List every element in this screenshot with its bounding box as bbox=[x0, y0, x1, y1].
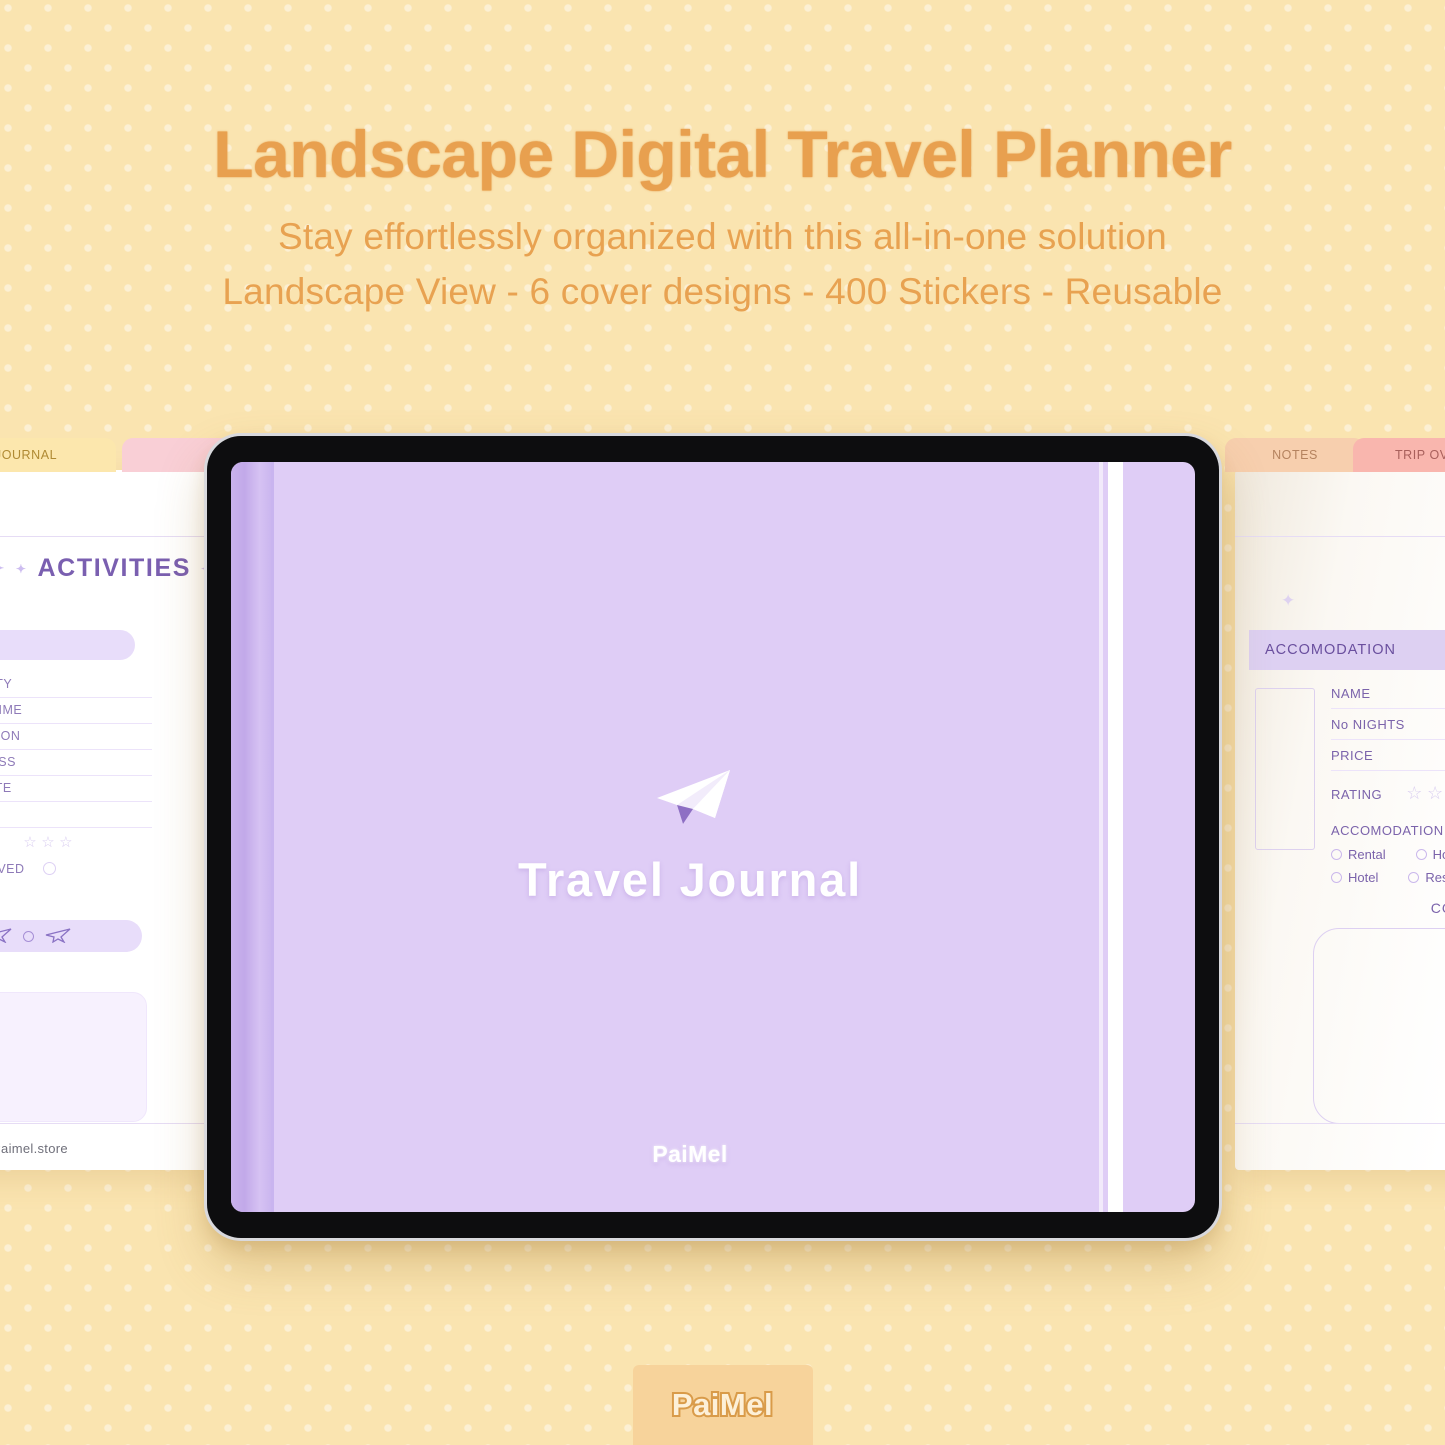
field-date-time[interactable]: DATE/TIME bbox=[0, 703, 152, 724]
chip-right[interactable] bbox=[0, 630, 135, 660]
left-planner-page: TRAVEL FINANCES JOURNAL ✦ ✦ ACTIVITIES ✦… bbox=[0, 438, 292, 1170]
tab-notes[interactable]: NOTES bbox=[1225, 438, 1365, 472]
radio-icon[interactable] bbox=[1415, 849, 1427, 860]
notes-box-right[interactable] bbox=[0, 992, 147, 1122]
accomodation-type-row-1: Rental Hostel Ca bbox=[1331, 847, 1445, 862]
journal-spine bbox=[231, 462, 271, 1212]
radio-icon[interactable] bbox=[1331, 872, 1342, 883]
star-icon[interactable]: ☆ bbox=[41, 834, 55, 851]
option-resort[interactable]: Resort bbox=[1408, 870, 1445, 885]
divider-top bbox=[0, 536, 220, 537]
field-reserved-label: RESERVED bbox=[0, 862, 25, 876]
subtitle-line-1: Stay effortlessly organized with this al… bbox=[278, 216, 1167, 258]
page-title: Landscape Digital Travel Planner bbox=[213, 117, 1232, 191]
tab-journal[interactable]: JOURNAL bbox=[0, 438, 116, 472]
radio-icon[interactable] bbox=[23, 930, 34, 942]
plane-icon[interactable] bbox=[44, 925, 72, 948]
tab-trip-overview[interactable]: TRIP OVERVIEW bbox=[1353, 438, 1445, 472]
page-footer-url: Paimel.store bbox=[0, 1141, 68, 1156]
checkbox-reserved[interactable] bbox=[42, 862, 56, 875]
option-rental[interactable]: Rental bbox=[1331, 847, 1386, 862]
paper-plane-icon bbox=[647, 767, 733, 834]
page-title: ACTIVITIES bbox=[37, 554, 192, 582]
brand-badge-label: PaiMel bbox=[670, 1385, 775, 1424]
field-name[interactable]: NAME bbox=[1331, 686, 1445, 709]
field-rating[interactable]: RATING ☆ ☆ ☆ ☆ bbox=[1331, 783, 1445, 811]
photo-placeholder-box[interactable] bbox=[1255, 688, 1315, 850]
option-hostel[interactable]: Hostel bbox=[1415, 847, 1445, 862]
transport-toggle-right[interactable] bbox=[0, 920, 142, 952]
left-page-content: ✦ ✦ ACTIVITIES ✦ ✦ ACTIVITY DATE/TIME DU… bbox=[0, 470, 237, 1170]
section-band-accomodation: ACCOMODATION bbox=[1249, 630, 1445, 670]
journal-cover: Travel Journal bbox=[271, 462, 1195, 1212]
left-page-tab-strip: TRAVEL FINANCES JOURNAL bbox=[0, 438, 292, 472]
field-activity[interactable]: ACTIVITY bbox=[0, 677, 152, 698]
field-cost[interactable]: COST bbox=[0, 807, 152, 828]
option-hotel[interactable]: Hotel bbox=[1331, 870, 1378, 885]
plane-icon[interactable] bbox=[0, 925, 13, 948]
field-no-nights[interactable]: No NIGHTS bbox=[1331, 717, 1445, 740]
tablet-screen[interactable]: Travel Journal PaiMel bbox=[231, 462, 1195, 1212]
field-duration[interactable]: DURATION bbox=[0, 729, 152, 750]
activity-field-list: ACTIVITY DATE/TIME DURATION ADDRESS WEBS… bbox=[0, 677, 152, 882]
brand-name: PaiMel bbox=[652, 1141, 728, 1167]
brand-badge: PaiMel bbox=[632, 1365, 813, 1445]
field-price[interactable]: PRICE bbox=[1331, 748, 1445, 771]
tablet-device: Travel Journal PaiMel bbox=[207, 436, 1219, 1238]
sparkle-small-icon: ✦ bbox=[15, 561, 28, 576]
field-rating-label: RATING bbox=[0, 836, 1, 850]
accomodation-fields: NAME No NIGHTS PRICE RATING ☆ ☆ ☆ ☆ ACCO… bbox=[1331, 686, 1445, 885]
right-planner-page: NOTES TRIP OVERVIEW ✦ ACCOMODATION NAME … bbox=[1225, 438, 1445, 1170]
field-website[interactable]: WEBSITE bbox=[0, 781, 152, 802]
star-icon[interactable]: ☆ bbox=[59, 834, 73, 851]
divider-footer bbox=[1235, 1123, 1445, 1124]
section-title-accomodation: ACCOMODATION bbox=[1265, 642, 1396, 658]
divider-footer bbox=[0, 1123, 220, 1124]
divider-top bbox=[1235, 536, 1445, 537]
star-icon[interactable]: ☆ bbox=[1406, 783, 1423, 803]
sparkle-icon: ✦ bbox=[0, 560, 6, 577]
section-header-activities: ✦ ✦ ACTIVITIES ✦ ✦ bbox=[0, 554, 239, 583]
field-rating-label: RATING bbox=[1331, 787, 1383, 802]
accomodation-type-row-2: Hotel Resort Ot bbox=[1331, 870, 1445, 885]
promo-header: Landscape Digital Travel Planner Stay ef… bbox=[0, 117, 1445, 317]
radio-icon[interactable] bbox=[1408, 872, 1420, 883]
cover-brand: PaiMel bbox=[231, 1141, 1195, 1168]
subtitle-line-2: Landscape View - 6 cover designs - 400 S… bbox=[222, 271, 1223, 313]
accomodation-type-label: ACCOMODATION TYPE bbox=[1331, 823, 1445, 838]
radio-icon[interactable] bbox=[1331, 849, 1342, 860]
cover-title: Travel Journal bbox=[518, 853, 862, 906]
cons-label: CONS bbox=[1430, 900, 1445, 916]
star-icon[interactable]: ☆ bbox=[23, 834, 37, 851]
cons-textarea[interactable] bbox=[1313, 928, 1445, 1124]
field-rating[interactable]: RATING ☆ ☆ ☆ bbox=[0, 833, 152, 857]
star-icon[interactable]: ☆ bbox=[1427, 783, 1444, 803]
right-page-tab-strip: NOTES TRIP OVERVIEW bbox=[1225, 438, 1445, 472]
sparkle-icon: ✦ bbox=[1281, 591, 1296, 610]
field-reserved[interactable]: RESERVED bbox=[0, 862, 152, 882]
field-address[interactable]: ADDRESS bbox=[0, 755, 152, 776]
